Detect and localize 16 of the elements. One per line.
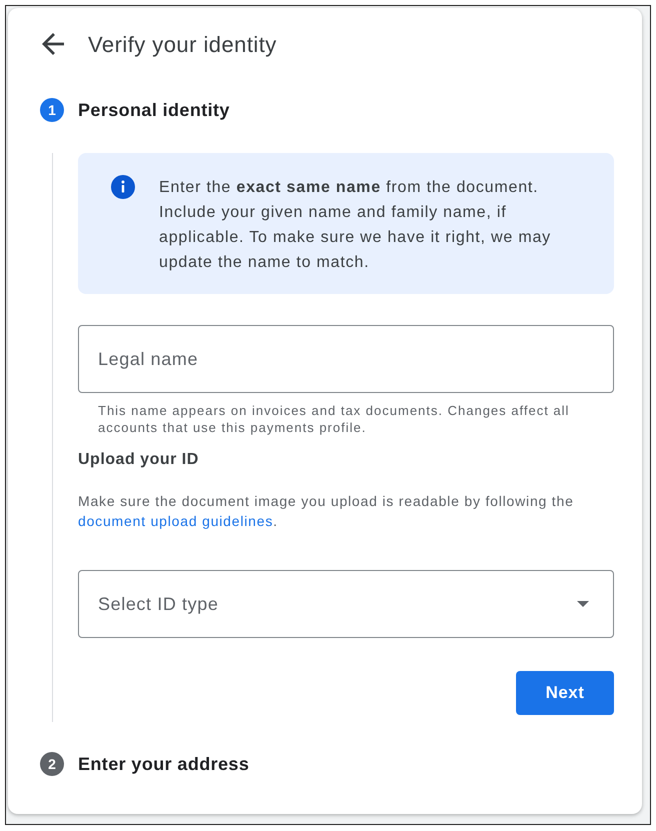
guidelines-link[interactable]: document upload guidelines xyxy=(78,512,274,528)
helper-text: This name appears on invoices and tax documents. Changes affect all accounts that use this payments profile. xyxy=(98,402,570,436)
upload-instructions: Make sure the document image you upload is readable by following the document upload guidelines. xyxy=(78,492,575,531)
caret-down-icon xyxy=(577,601,589,607)
step-title: Enter your address xyxy=(78,752,250,776)
id-type-dropdown[interactable]: Select ID type xyxy=(78,570,614,638)
info-icon xyxy=(111,175,135,199)
legal-name-field[interactable]: Legal name xyxy=(78,325,614,393)
next-button[interactable]: Next xyxy=(516,671,614,715)
section-heading: Upload your ID xyxy=(78,450,200,470)
back-arrow-icon[interactable] xyxy=(42,33,64,55)
info-message: Enter the exact same name from the document. Include your given name and family name, if applicable. To make sure we have it right, we may update the name to match. xyxy=(159,178,552,273)
step-number: 2 xyxy=(40,752,64,776)
step-number: 1 xyxy=(40,98,64,122)
step-title: Personal identity xyxy=(78,98,230,122)
page-title: Verify your identity xyxy=(88,30,277,59)
